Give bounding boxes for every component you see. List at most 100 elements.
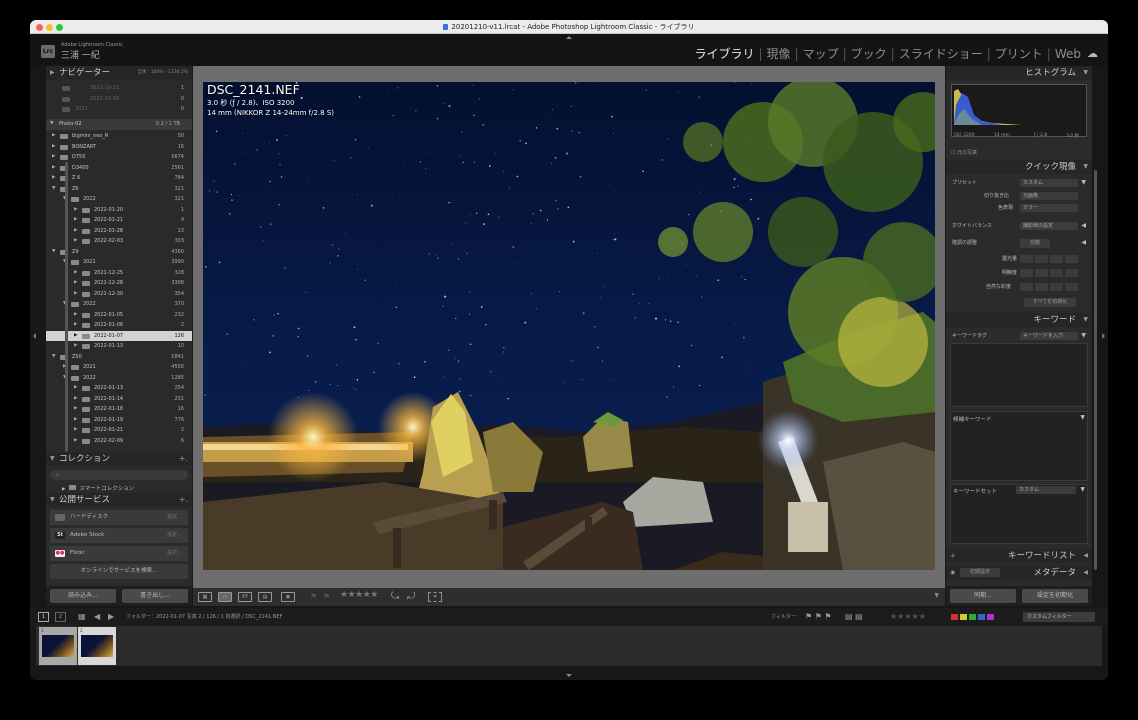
custom-filter-select[interactable]: カスタムフィルター	[1023, 612, 1095, 622]
service-hard-drive[interactable]: ハードディスク 設定...	[50, 510, 188, 525]
module-develop[interactable]: 現像	[767, 45, 791, 62]
keyword-entry-box[interactable]	[950, 343, 1088, 407]
expand-arrow-icon[interactable]: ▶	[74, 215, 77, 226]
expand-arrow-icon[interactable]: ◀	[1081, 221, 1086, 231]
back-arrow-icon[interactable]: ◀	[94, 608, 100, 626]
rotate-right-icon[interactable]: ⤾	[407, 591, 415, 602]
compare-view-icon[interactable]: XY	[238, 592, 252, 602]
crop-ratio-select[interactable]: 元画像	[1020, 192, 1078, 200]
collapse-left-icon[interactable]	[33, 333, 36, 339]
collapse-arrow-icon[interactable]: ▼	[52, 352, 55, 363]
purple-label-swatch[interactable]	[987, 614, 994, 620]
expand-arrow-icon[interactable]: ▶	[74, 341, 77, 352]
metadata-header[interactable]: ◉ 初期設定 メタデータ ◀	[946, 566, 1092, 580]
service-settings[interactable]: 設定...	[167, 510, 182, 525]
preset-select[interactable]: カスタム	[1020, 179, 1078, 187]
folder-row[interactable]: 2021-10-21 1	[46, 83, 192, 94]
expand-arrow-icon[interactable]: ▶	[74, 331, 77, 342]
yellow-label-swatch[interactable]	[960, 614, 967, 620]
find-more-services-button[interactable]: オンラインでサービスを検索...	[50, 564, 188, 579]
reset-all-button[interactable]: すべてを初期化	[1024, 298, 1076, 307]
rotate-left-icon[interactable]: ⤿	[391, 591, 399, 602]
keywording-header[interactable]: キーワード ▼	[946, 313, 1092, 327]
collection-search-input[interactable]: ⌕	[50, 470, 188, 480]
expand-arrow-icon[interactable]: ▶	[52, 163, 55, 174]
module-map[interactable]: マップ	[803, 45, 839, 62]
filmstrip-thumbnail[interactable]: 1	[39, 627, 77, 665]
zoom-100[interactable]: 100%	[151, 70, 164, 75]
clarity-buttons[interactable]	[1020, 269, 1078, 277]
exposure-buttons[interactable]	[1020, 255, 1078, 263]
filmstrip-thumbnail-selected[interactable]: 2	[78, 627, 116, 665]
service-flickr[interactable]: ●● Flickr 設定...	[50, 546, 188, 561]
blue-label-swatch[interactable]	[978, 614, 985, 620]
publish-services-header[interactable]: ▼ 公開サービス +.	[46, 493, 192, 507]
expand-arrow-icon[interactable]: ▶	[74, 425, 77, 436]
expand-arrow-icon[interactable]: ▶	[74, 236, 77, 247]
folder-row[interactable]: ▶ bigmini_neo_R 50	[46, 131, 192, 142]
survey-view-icon[interactable]: ▤	[258, 592, 272, 602]
filmstrip-source[interactable]: フォルダー：2022-01-07 写真 2 / 126 / 1 枚選択 / DS…	[126, 608, 282, 626]
reset-settings-button[interactable]: 設定を初期化	[1022, 589, 1088, 603]
toolbar-menu-icon[interactable]: ▼	[934, 592, 939, 599]
expand-arrow-icon[interactable]: ▶	[52, 131, 55, 142]
keyword-list-header[interactable]: + キーワードリスト ◀	[946, 549, 1092, 563]
expand-arrow-icon[interactable]: ▶	[52, 173, 55, 184]
preset-arrow-icon[interactable]: ▼	[1081, 178, 1086, 188]
keyword-tags-select[interactable]: キーワードを入力	[1020, 332, 1078, 340]
zoom-ratio[interactable]: 1134.2%	[168, 70, 188, 75]
second-window-button[interactable]: 2	[55, 612, 66, 622]
expand-arrow-icon[interactable]: ▶	[74, 226, 77, 237]
folder-row[interactable]: 2021-10-28 0	[46, 94, 192, 105]
grid-icon[interactable]: ▦	[78, 608, 86, 626]
expand-arrow-icon[interactable]: ▶	[74, 404, 77, 415]
expand-arrow-icon[interactable]: ▶	[74, 320, 77, 331]
filter-flag-icon[interactable]: ⚑ ⚑ ⚑	[805, 608, 832, 626]
folder-row[interactable]: 2022 0	[46, 104, 192, 115]
collapse-top-icon[interactable]	[566, 36, 572, 39]
forward-arrow-icon[interactable]: ▶	[108, 608, 114, 626]
treatment-select[interactable]: カラー	[1020, 204, 1078, 212]
collapse-arrow-icon[interactable]: ▼	[52, 184, 55, 195]
people-view-icon[interactable]: ◉	[281, 592, 295, 602]
white-balance-select[interactable]: 撮影時の設定	[1020, 222, 1078, 230]
sync-button[interactable]: 同期...	[950, 589, 1016, 603]
add-collection-icon[interactable]: +.	[179, 452, 188, 466]
import-button[interactable]: 読み込み...	[50, 589, 116, 603]
expand-arrow-icon[interactable]: ▶	[74, 205, 77, 216]
histogram-header[interactable]: ヒストグラム ▼	[946, 66, 1092, 80]
expand-arrow-icon[interactable]: ▼	[1080, 486, 1085, 493]
metadata-preset-select[interactable]: 初期設定	[960, 568, 1000, 577]
red-label-swatch[interactable]	[951, 614, 958, 620]
cloud-icon[interactable]: ☁	[1087, 47, 1098, 60]
expand-arrow-icon[interactable]: ▼	[1081, 331, 1086, 341]
left-panel-scrollbar[interactable]	[65, 162, 68, 452]
service-settings[interactable]: 設定...	[167, 528, 182, 543]
navigator-zoom[interactable]: 全体 · 100% · 1134.2%	[138, 66, 189, 80]
folder-row[interactable]: ▶ BONZART 16	[46, 142, 192, 153]
filter-stars[interactable]: ★★★★★	[890, 608, 926, 626]
expand-arrow-icon[interactable]: ▶	[52, 152, 55, 163]
grid-view-icon[interactable]: ▦	[198, 592, 212, 602]
smart-collection-item[interactable]: ▶ スマートコレクション	[50, 484, 134, 492]
module-web[interactable]: Web	[1055, 47, 1081, 61]
quick-develop-header[interactable]: クイック現像 ▼	[946, 160, 1092, 174]
collapse-right-icon[interactable]	[1102, 333, 1105, 339]
reject-flag-icon[interactable]: ⚑	[323, 592, 330, 601]
expand-arrow-icon[interactable]: ▶	[74, 415, 77, 426]
expand-arrow-icon[interactable]: ▼	[1080, 414, 1085, 421]
folder-row[interactable]: ▶ D750 5674	[46, 152, 192, 163]
expand-arrow-icon[interactable]: ▶	[74, 268, 77, 279]
metadata-view-icon[interactable]: ◉	[950, 566, 955, 580]
collapse-arrow-icon[interactable]: ▼	[52, 247, 55, 258]
loupe-view-icon[interactable]: ▭	[218, 592, 232, 602]
module-print[interactable]: プリント	[995, 45, 1043, 62]
pick-flag-icon[interactable]: ⚑	[310, 592, 317, 601]
expand-arrow-icon[interactable]: ▶	[74, 383, 77, 394]
main-window-button[interactable]: 1	[38, 612, 49, 622]
expand-arrow-icon[interactable]: ▶	[74, 310, 77, 321]
service-adobe-stock[interactable]: St Adobe Stock 設定...	[50, 528, 188, 543]
export-button[interactable]: 書き出し...	[122, 589, 188, 603]
add-service-icon[interactable]: +.	[179, 493, 188, 507]
expand-arrow-icon[interactable]: ▶	[74, 289, 77, 300]
